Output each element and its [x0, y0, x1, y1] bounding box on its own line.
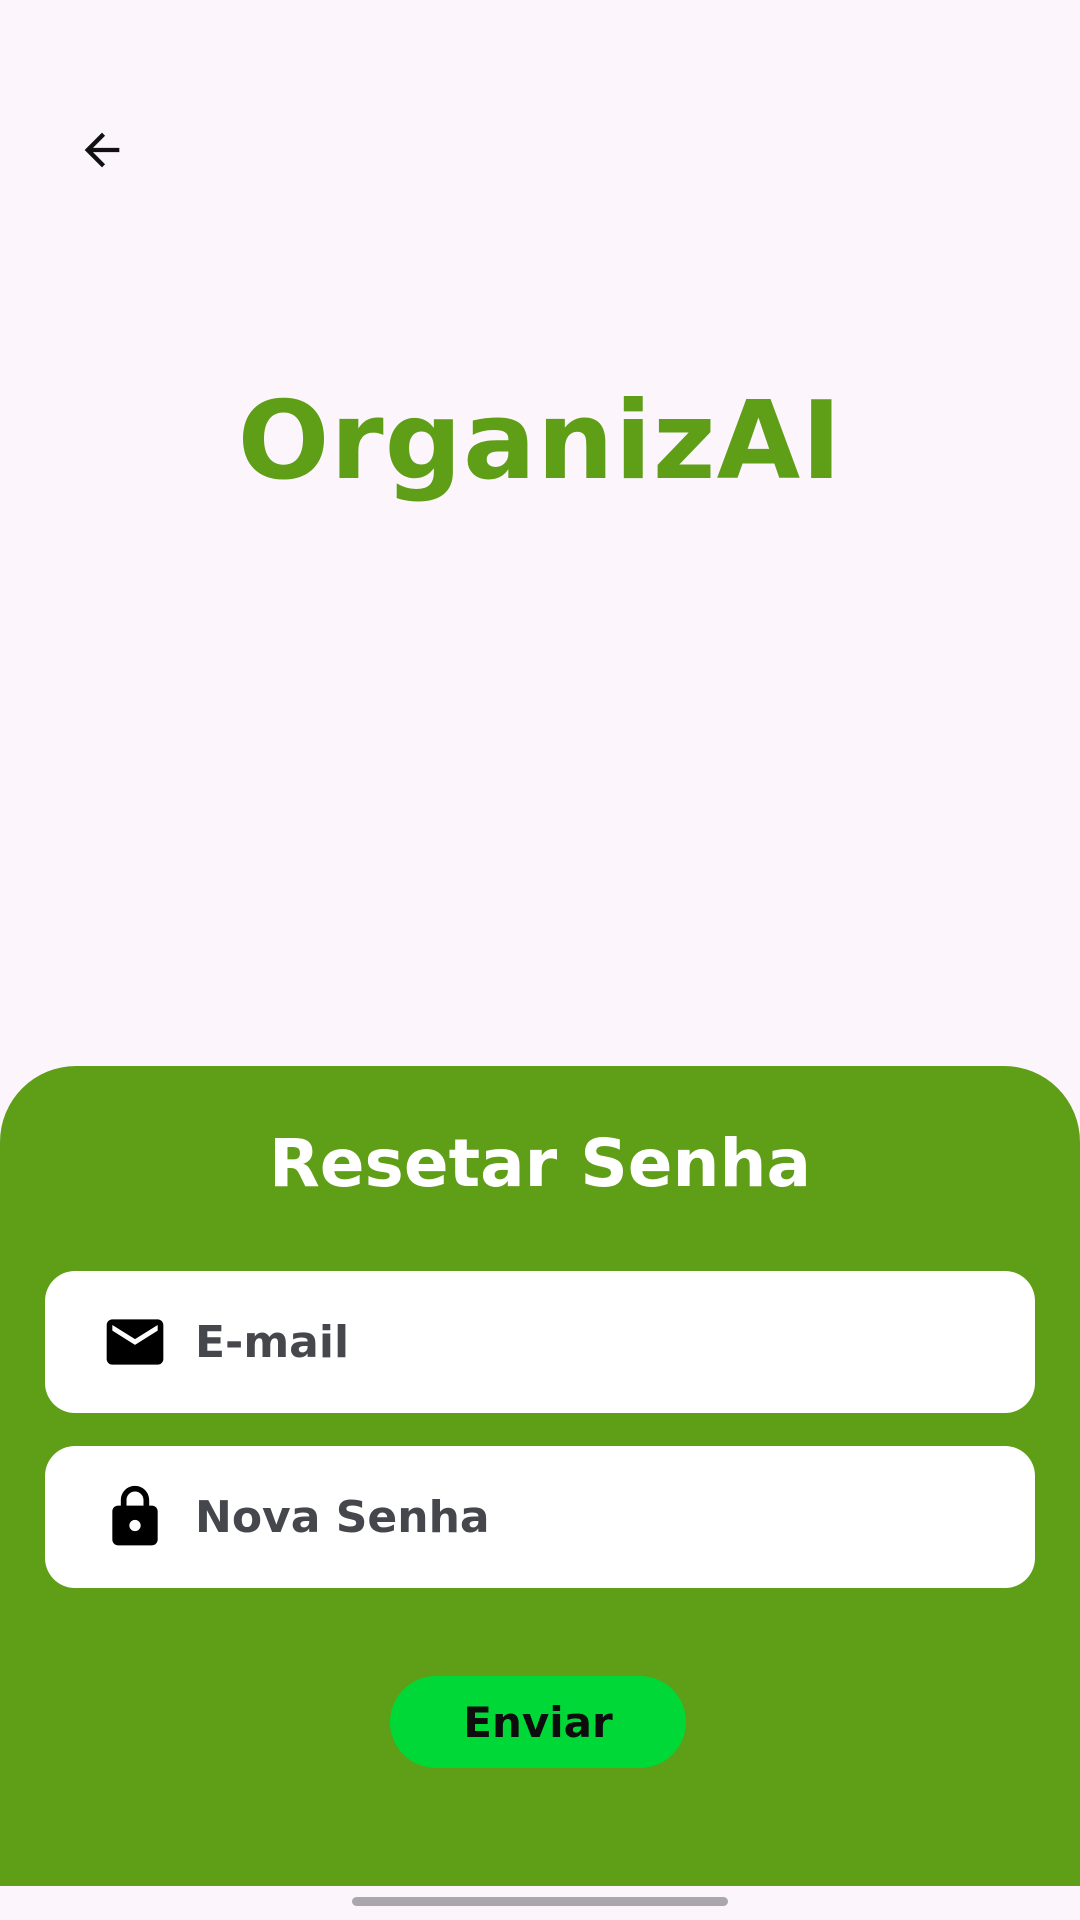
app-title: OrganizAI — [237, 379, 843, 504]
email-input[interactable] — [195, 1271, 1035, 1413]
gesture-nav-handle[interactable] — [352, 1897, 728, 1906]
send-button[interactable]: Enviar — [390, 1676, 686, 1768]
status-bar — [0, 0, 1080, 84]
arrow-left-icon — [76, 124, 128, 180]
new-password-field[interactable] — [45, 1446, 1035, 1588]
panel-title: Resetar Senha — [268, 1125, 812, 1202]
lock-icon — [95, 1483, 175, 1551]
email-field[interactable] — [45, 1271, 1035, 1413]
back-button[interactable] — [62, 112, 142, 192]
mail-icon — [95, 1308, 175, 1376]
new-password-input[interactable] — [195, 1446, 1035, 1588]
